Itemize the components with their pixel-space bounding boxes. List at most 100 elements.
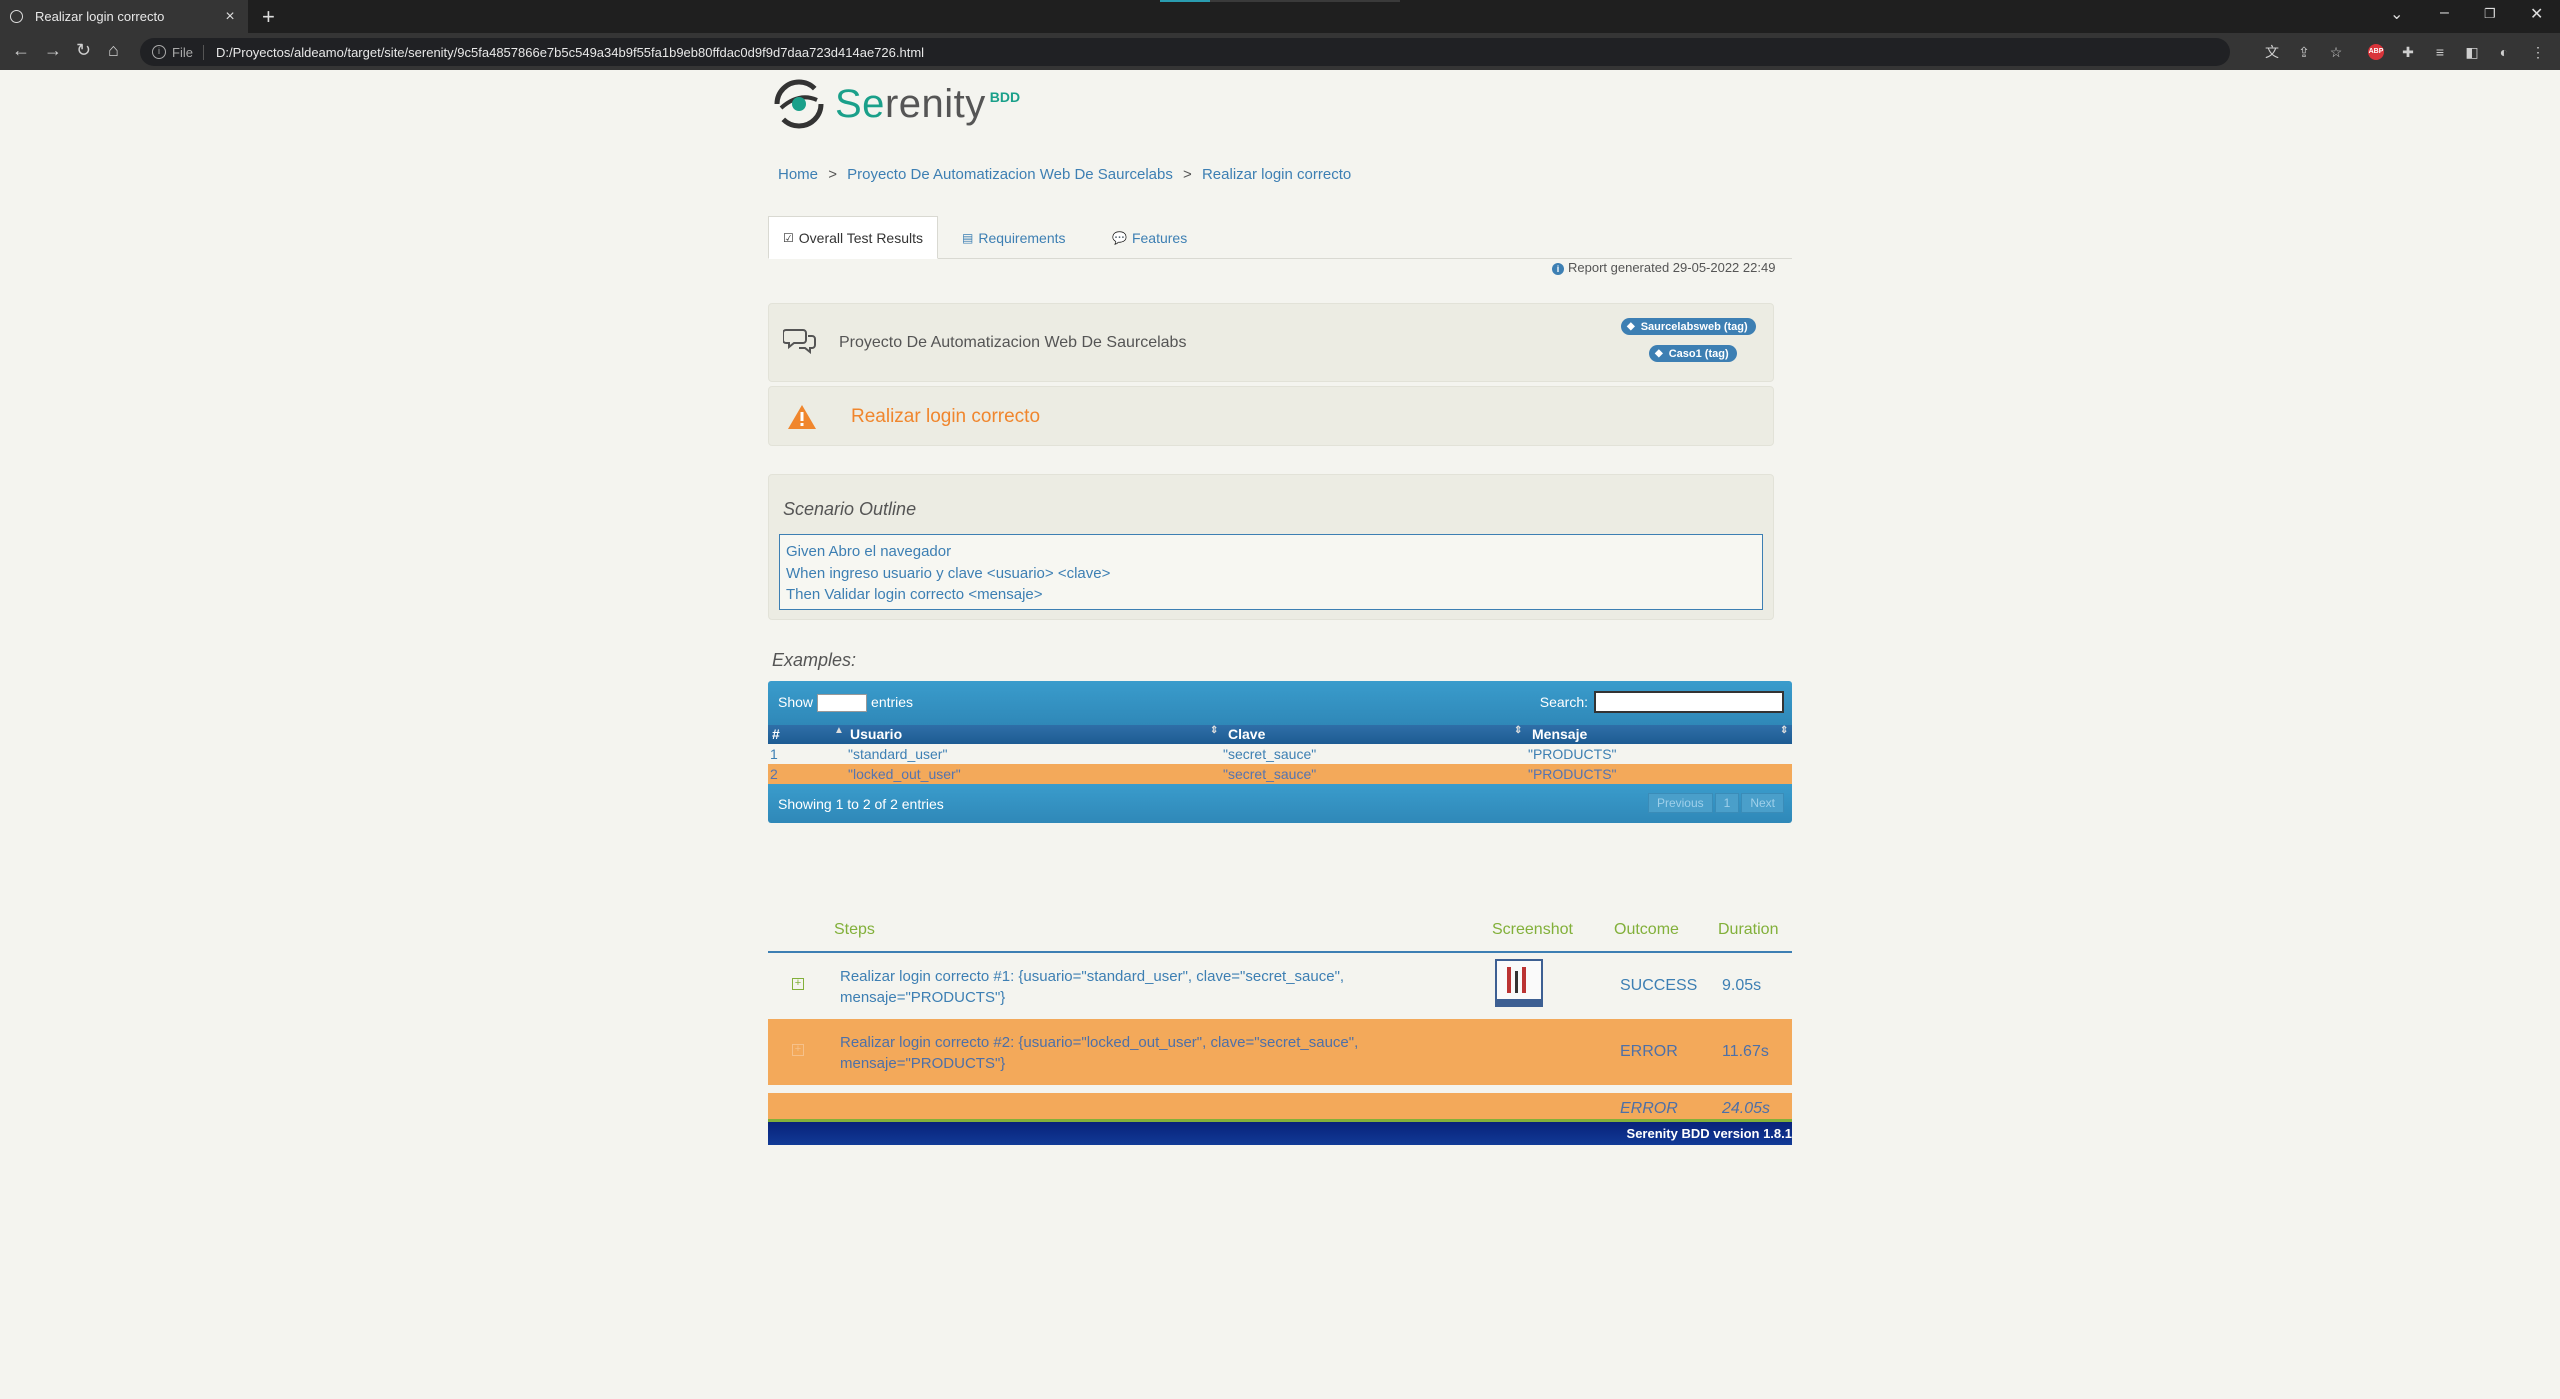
tag-icon: ◆	[1627, 321, 1635, 332]
browser-tab-title: Realizar login correcto	[35, 9, 165, 24]
tab-features[interactable]: 💬 Features	[1098, 216, 1201, 259]
breadcrumb-separator: >	[1183, 166, 1192, 183]
step-row: + Realizar login correcto #1: {usuario="…	[768, 953, 1792, 1019]
window-close-icon[interactable]: ✕	[2530, 4, 2543, 24]
url-scheme-label: File	[172, 44, 204, 60]
outline-step: Then Validar login correcto <mensaje>	[786, 586, 1043, 603]
report-footer: Serenity BDD version 1.8.1	[768, 1119, 1792, 1145]
close-tab-icon[interactable]: ×	[222, 8, 238, 26]
column-header-clave[interactable]: Clave	[1228, 726, 1265, 742]
feature-title[interactable]: Proyecto De Automatizacion Web De Saurce…	[839, 334, 1186, 352]
tag-icon: ◆	[1655, 348, 1663, 359]
reload-icon[interactable]: ↻	[76, 40, 91, 61]
table-header-bar: Show entries Search:	[768, 681, 1792, 725]
browser-tabstrip: Realizar login correcto × + ⌄ – ❐ ✕	[0, 0, 2560, 33]
page-favicon-icon	[10, 10, 23, 23]
search-input[interactable]	[1594, 691, 1784, 713]
column-header-mensaje[interactable]: Mensaje	[1532, 726, 1587, 742]
step-description[interactable]: Realizar login correcto #2: {usuario="lo…	[840, 1032, 1460, 1074]
extensions-icon[interactable]: ✚	[2400, 44, 2416, 60]
tag-badge[interactable]: ◆ Caso1 (tag)	[1649, 345, 1737, 362]
tab-search-indicator	[1160, 0, 1400, 2]
page-button[interactable]: 1	[1714, 793, 1740, 813]
adblock-icon[interactable]: ABP	[2368, 44, 2384, 60]
page-length-control: Show entries	[778, 694, 913, 713]
examples-heading: Examples:	[772, 650, 857, 670]
steps-header: Steps Screenshot Outcome Duration	[768, 911, 1792, 953]
restore-icon[interactable]: ❐	[2484, 6, 2496, 22]
menu-kebab-icon[interactable]: ⋮	[2530, 44, 2546, 60]
table-column-headers: # ▲ Usuario ⇕ Clave ⇕ Mensaje ⇕	[768, 725, 1792, 744]
share-icon[interactable]: ⇪	[2296, 44, 2312, 60]
feature-panel: Proyecto De Automatizacion Web De Saurce…	[768, 303, 1774, 382]
browser-tab[interactable]: Realizar login correcto ×	[0, 0, 248, 33]
site-info-icon[interactable]: i	[152, 45, 166, 59]
warning-icon	[788, 405, 816, 429]
breadcrumb-current[interactable]: Realizar login correcto	[1202, 166, 1351, 183]
table-footer-bar: Showing 1 to 2 of 2 entries Previous 1 N…	[768, 784, 1792, 823]
column-header-usuario[interactable]: Usuario	[850, 726, 902, 742]
step-duration: 9.05s	[1722, 977, 1762, 994]
breadcrumb-home[interactable]: Home	[778, 166, 818, 183]
scenario-panel: Realizar login correcto	[768, 386, 1774, 446]
outcome-column-header: Outcome	[1614, 921, 1679, 938]
outline-step: When ingreso usuario y clave <usuario> <…	[786, 564, 1111, 582]
step-description[interactable]: Realizar login correcto #1: {usuario="st…	[840, 966, 1460, 1008]
url-text[interactable]: D:/Proyectos/aldeamo/target/site/serenit…	[216, 45, 924, 60]
serenity-logo[interactable]: Serenity BDD	[773, 78, 1020, 130]
breadcrumb: Home > Proyecto De Automatizacion Web De…	[778, 166, 1351, 183]
sort-icon: ⇕	[1210, 725, 1219, 736]
expand-icon[interactable]: +	[792, 1044, 804, 1056]
table-row[interactable]: 2 "locked_out_user" "secret_sauce" "PROD…	[768, 764, 1792, 784]
report-generated: i Report generated 29-05-2022 22:49	[1552, 260, 1775, 275]
bookmark-star-icon[interactable]: ☆	[2328, 44, 2344, 60]
translate-icon[interactable]: 文	[2264, 44, 2280, 60]
breadcrumb-project[interactable]: Proyecto De Automatizacion Web De Saurce…	[847, 166, 1173, 183]
reading-list-icon[interactable]: ≡	[2432, 44, 2448, 60]
screenshot-column-header: Screenshot	[1492, 921, 1573, 938]
breadcrumb-separator: >	[828, 166, 837, 183]
checkbox-icon: ☑	[783, 230, 794, 245]
logo-bdd: BDD	[989, 89, 1021, 105]
back-icon[interactable]: ←	[12, 40, 30, 61]
pagination: Previous 1 Next	[1646, 793, 1784, 813]
browser-toolbar: ← → ↻ ⌂ i File D:/Proyectos/aldeamo/targ…	[0, 33, 2560, 70]
previous-button[interactable]: Previous	[1647, 793, 1713, 813]
page-length-select[interactable]	[817, 694, 868, 713]
side-panel-icon[interactable]: ◧	[2464, 44, 2480, 60]
steps-table: Steps Screenshot Outcome Duration + Real…	[768, 911, 1792, 1125]
total-outcome: ERROR	[1620, 1100, 1678, 1117]
profile-icon[interactable]: ◐	[2496, 44, 2512, 60]
address-bar[interactable]: i File D:/Proyectos/aldeamo/target/site/…	[140, 38, 2230, 66]
table-row[interactable]: 1 "standard_user" "secret_sauce" "PRODUC…	[768, 744, 1792, 764]
step-row: + Realizar login correcto #2: {usuario="…	[768, 1019, 1792, 1085]
minimize-icon[interactable]: –	[2440, 4, 2449, 22]
duration-column-header: Duration	[1718, 921, 1779, 938]
table-info: Showing 1 to 2 of 2 entries	[778, 796, 944, 812]
forward-icon[interactable]: →	[44, 40, 62, 61]
info-icon: i	[1552, 263, 1564, 275]
step-outcome: SUCCESS	[1620, 977, 1698, 994]
tab-requirements[interactable]: ▤ Requirements	[948, 216, 1080, 259]
screenshot-image-icon	[1497, 961, 1541, 1005]
book-icon: ▤	[962, 230, 974, 245]
outline-step: Given Abro el navegador	[786, 543, 952, 560]
column-header-number[interactable]: #	[772, 726, 780, 742]
scenario-outline-panel: Scenario Outline Given Abro el navegador…	[768, 474, 1774, 620]
expand-icon[interactable]: +	[792, 978, 804, 990]
serenity-version: Serenity BDD version 1.8.1	[1626, 1126, 1792, 1141]
report-page: Serenity BDD Home > Proyecto De Automati…	[0, 70, 2560, 1399]
screenshot-thumbnail[interactable]	[1495, 959, 1543, 1007]
logo-wordmark: Serenity	[835, 81, 986, 126]
examples-table: Show entries Search: # ▲ Usuario ⇕ Clave …	[768, 681, 1792, 823]
search-control: Search:	[1540, 691, 1784, 713]
tag-badge[interactable]: ◆ Saurcelabsweb (tag)	[1621, 318, 1756, 335]
step-outcome: ERROR	[1620, 1043, 1678, 1060]
new-tab-icon[interactable]: +	[262, 4, 275, 30]
steps-column-header: Steps	[834, 921, 875, 938]
next-button[interactable]: Next	[1741, 793, 1784, 813]
tab-overall-test-results[interactable]: ☑ Overall Test Results	[768, 216, 938, 259]
tab-search-chevron-icon[interactable]: ⌄	[2390, 4, 2403, 24]
home-icon[interactable]: ⌂	[108, 40, 119, 61]
total-duration: 24.05s	[1722, 1100, 1771, 1117]
